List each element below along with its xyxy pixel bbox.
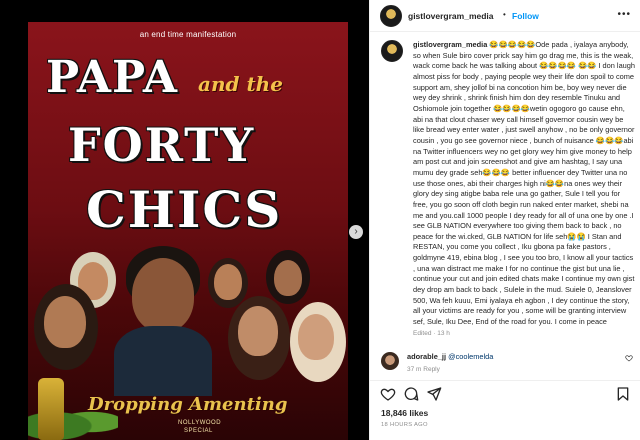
poster-footer-title: Dropping Amenting [88,394,288,415]
poster-title-line2: FORTY [68,118,256,172]
caption-text: gistlovergram_media 😂😂😂😂😂Ode pada , iyal… [413,40,635,328]
poster-tagline: an end time manifestation [139,30,237,39]
cast-face [298,314,334,360]
poster-title-line3: CHICS [86,180,283,239]
avatar[interactable] [380,5,402,27]
cast-suit [114,326,212,396]
cast-face-center [132,258,194,332]
poster-title-and: and the [198,72,283,96]
header-username[interactable]: gistlovergram_media [408,11,494,21]
post-timestamp: 18 HOURS AGO [381,422,428,428]
poster-cast-artwork [28,244,348,396]
header-separator: • [503,10,506,19]
cast-face [44,296,86,348]
caption-edited-time: Edited · 13 h [413,330,450,337]
likes-count[interactable]: 18,846 likes [381,408,428,418]
poster-footer-sub2: SPECIAL [184,428,213,434]
poster-footer-sub1: NOLLYWOOD [178,420,222,426]
post-side-panel: gistlovergram_media • Follow ••• gistlov… [369,0,640,440]
post-image: an end time manifestation PAPA and the F… [28,22,348,440]
caption-body: 😂😂😂😂😂Ode pada , iyalaya anybody, so when… [413,40,638,327]
comment-meta: 37 m Reply [407,366,440,373]
more-icon[interactable]: ••• [617,9,631,20]
cast-face [214,264,242,300]
caption-username[interactable]: gistlovergram_media [413,40,487,49]
avatar[interactable] [381,40,403,62]
comment-item: adorable_jj @coolemelda 37 m Reply [381,350,635,380]
comment-icon[interactable] [403,386,419,402]
follow-button[interactable]: Follow [512,11,539,21]
share-icon[interactable] [426,386,442,402]
heart-icon[interactable] [380,386,396,402]
cast-face [238,306,278,356]
post-header: gistlovergram_media • Follow ••• [370,0,640,32]
action-bar [370,380,640,406]
bookmark-icon[interactable] [615,386,631,402]
post-viewer: an end time manifestation PAPA and the F… [0,0,640,440]
chevron-right-icon[interactable]: › [349,225,363,239]
poster-title-line1: PAPA [46,52,179,103]
avatar[interactable] [381,352,399,370]
poster-oil-bottle [38,378,64,440]
comment-text: adorable_jj @coolemelda [407,352,493,361]
comment-mention[interactable]: @coolemelda [448,352,493,361]
heart-icon[interactable] [625,354,633,362]
cast-face [274,260,302,296]
comment-username[interactable]: adorable_jj [407,352,446,361]
media-pane: an end time manifestation PAPA and the F… [0,0,369,440]
